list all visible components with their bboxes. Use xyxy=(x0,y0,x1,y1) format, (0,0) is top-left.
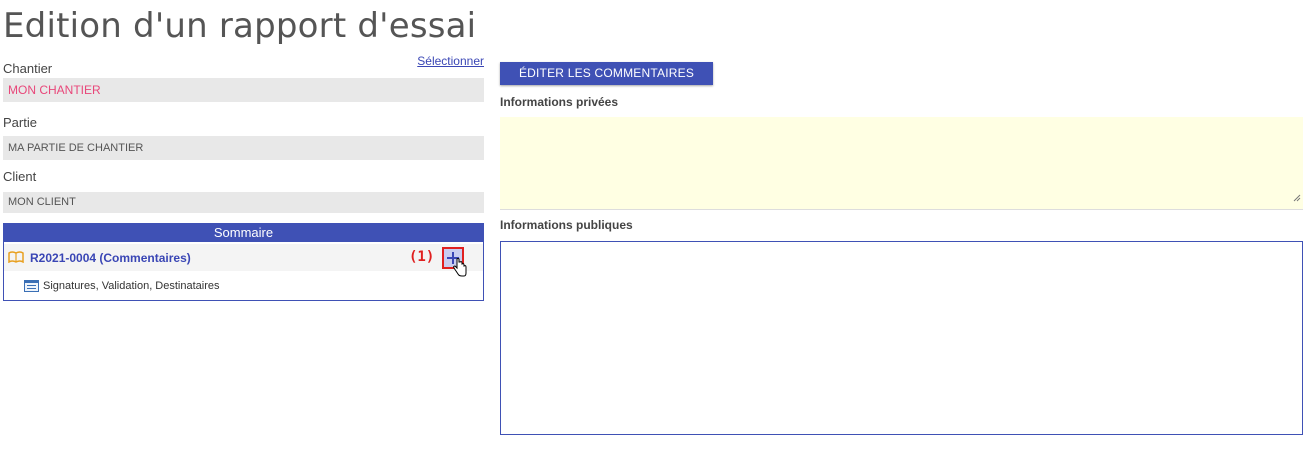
chantier-label: Chantier xyxy=(3,61,53,76)
client-label: Client xyxy=(3,169,37,184)
summary-item-report[interactable]: R2021-0004 (Commentaires) (1) xyxy=(4,244,483,277)
chantier-field[interactable]: MON CHANTIER xyxy=(3,78,484,102)
summary-panel: Sommaire R2021-0004 (Commentaires) (1) S… xyxy=(3,223,484,301)
select-chantier-link[interactable]: Sélectionner xyxy=(417,54,484,68)
callout-marker: (1) xyxy=(409,249,435,265)
partie-field[interactable]: MA PARTIE DE CHANTIER xyxy=(3,136,484,160)
edit-comments-button[interactable]: ÉDITER LES COMMENTAIRES xyxy=(500,62,713,85)
summary-item-signatures[interactable]: Signatures, Validation, Destinataires xyxy=(4,276,483,296)
resize-grip-icon[interactable] xyxy=(1293,189,1301,207)
private-info-label: Informations privées xyxy=(500,95,619,109)
form-icon xyxy=(24,279,39,297)
page-title: Edition d'un rapport d'essai xyxy=(3,6,477,46)
partie-label: Partie xyxy=(3,115,37,130)
summary-header: Sommaire xyxy=(4,224,483,242)
public-info-label: Informations publiques xyxy=(500,218,633,232)
client-field[interactable]: MON CLIENT xyxy=(3,192,484,213)
public-info-textarea[interactable] xyxy=(500,241,1303,435)
book-icon xyxy=(8,250,24,268)
private-info-textarea[interactable] xyxy=(500,117,1303,210)
summary-item-report-label[interactable]: R2021-0004 (Commentaires) xyxy=(30,251,191,265)
summary-item-signatures-label[interactable]: Signatures, Validation, Destinataires xyxy=(43,280,220,292)
